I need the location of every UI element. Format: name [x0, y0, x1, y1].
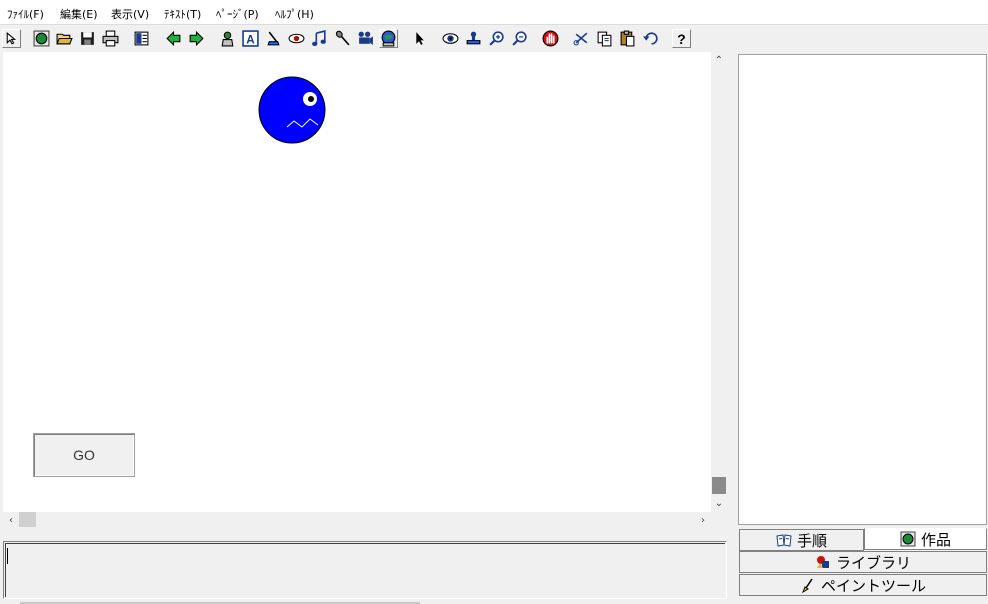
menu-page[interactable]: ﾍﾟｰｼﾞ(P): [216, 6, 259, 22]
svg-text:A: A: [246, 33, 255, 46]
tab-paint-tool[interactable]: ペイントツール: [739, 574, 987, 596]
horizontal-scroll-thumb[interactable]: [19, 512, 36, 527]
menu-view[interactable]: 表示(V): [111, 6, 149, 22]
copy-icon[interactable]: [595, 29, 614, 48]
scroll-left-icon[interactable]: ‹: [3, 512, 19, 528]
stop-hand-icon[interactable]: [541, 29, 560, 48]
scroll-right-icon[interactable]: ›: [695, 512, 711, 528]
stamp-icon[interactable]: [464, 29, 483, 48]
print-icon[interactable]: [101, 29, 120, 48]
book-icon: [776, 534, 792, 547]
arrow-pointer-icon[interactable]: [410, 29, 429, 48]
cut-icon[interactable]: [572, 29, 591, 48]
vertical-scrollbar[interactable]: ⌃ ⌄: [711, 52, 727, 512]
paint-icon[interactable]: [264, 29, 283, 48]
tab-works-label: 作品: [920, 530, 951, 549]
scroll-up-icon[interactable]: ⌃: [711, 52, 727, 68]
tab-procedure[interactable]: 手順: [739, 529, 864, 551]
tab-works[interactable]: 作品: [864, 528, 987, 550]
world-bubble-icon[interactable]: [379, 29, 398, 48]
brush-icon: [802, 578, 813, 593]
character-icon[interactable]: [218, 29, 237, 48]
vertical-scroll-thumb[interactable]: [712, 477, 726, 494]
eye-icon[interactable]: [441, 29, 460, 48]
shapes-icon: [816, 556, 829, 568]
zoom-in-icon[interactable]: [487, 29, 506, 48]
paste-icon[interactable]: [618, 29, 637, 48]
blue-character[interactable]: [257, 75, 327, 145]
text-caret: [7, 548, 8, 564]
tab-paint-tool-label: ペイントツール: [820, 576, 926, 595]
go-button[interactable]: GO: [33, 433, 135, 477]
horizontal-scrollbar[interactable]: ‹ ›: [3, 512, 711, 528]
eye-shape-icon[interactable]: [287, 29, 306, 48]
help-icon[interactable]: ?: [672, 29, 691, 48]
tab-library[interactable]: ライブラリ: [739, 551, 987, 573]
tab-library-label: ライブラリ: [835, 553, 911, 572]
open-folder-icon[interactable]: [55, 29, 74, 48]
menu-help[interactable]: ﾍﾙﾌﾟ(H): [275, 6, 314, 22]
message-input[interactable]: [3, 541, 727, 599]
toolbar: A ?: [0, 26, 988, 51]
menu-bar: ﾌｧｲﾙ(F) 編集(E) 表示(V) ﾃｷｽﾄ(T) ﾍﾟｰｼﾞ(P) ﾍﾙﾌ…: [0, 0, 988, 25]
page-layout-icon[interactable]: [132, 29, 151, 48]
undo-icon[interactable]: [641, 29, 660, 48]
menu-edit[interactable]: 編集(E): [60, 6, 98, 22]
works-panel[interactable]: [738, 54, 987, 525]
globe-icon[interactable]: [32, 29, 51, 48]
film-camera-icon[interactable]: [356, 29, 375, 48]
text-box-icon[interactable]: A: [241, 29, 260, 48]
music-note-icon[interactable]: [310, 29, 329, 48]
panel-splitter[interactable]: [731, 52, 735, 604]
back-arrow-icon[interactable]: [164, 29, 183, 48]
scroll-down-icon[interactable]: ⌄: [711, 495, 727, 511]
svg-text:?: ?: [677, 31, 685, 47]
zoom-out-icon[interactable]: [510, 29, 529, 48]
cursor-small-icon[interactable]: [2, 29, 21, 48]
forward-arrow-icon[interactable]: [187, 29, 206, 48]
microphone-icon[interactable]: [333, 29, 352, 48]
stage-canvas[interactable]: GO: [3, 52, 711, 512]
globe-icon: [900, 531, 916, 547]
menu-file[interactable]: ﾌｧｲﾙ(F): [7, 6, 44, 22]
menu-text[interactable]: ﾃｷｽﾄ(T): [164, 6, 201, 22]
save-icon[interactable]: [78, 29, 97, 48]
tab-procedure-label: 手順: [796, 531, 827, 550]
